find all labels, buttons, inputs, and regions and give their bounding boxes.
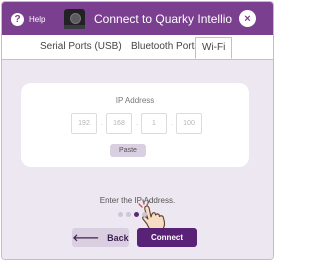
- ip-address-label: IP Address: [115, 96, 155, 105]
- back-button[interactable]: 🡐 Back: [72, 228, 129, 247]
- ip-octet-1-placeholder: 192: [78, 120, 90, 127]
- step-dot: [118, 212, 123, 217]
- ip-octet-1-input[interactable]: 192: [71, 113, 97, 134]
- ip-octet-3-input[interactable]: 1: [141, 113, 167, 134]
- tab-serial-ports[interactable]: Serial Ports (USB): [40, 41, 122, 52]
- ip-separator: .: [101, 120, 103, 127]
- ip-octet-3-placeholder: 1: [152, 120, 156, 127]
- back-button-label: Back: [107, 232, 129, 243]
- ip-separator: .: [136, 120, 138, 127]
- instruction-text: Enter the IP Address.: [99, 196, 176, 205]
- dialog-titlebar: ? Help Connect to Quarky Intellio ×: [2, 2, 273, 35]
- close-button[interactable]: ×: [239, 10, 256, 27]
- back-arrow-icon: 🡐: [72, 232, 100, 244]
- ip-octet-2-placeholder: 168: [113, 120, 125, 127]
- tab-wifi[interactable]: Wi-Fi: [195, 37, 233, 59]
- device-icon: [64, 9, 85, 29]
- step-dot-active: [134, 212, 139, 217]
- tab-bar: Serial Ports (USB) Bluetooth Ports Wi-Fi: [2, 35, 273, 60]
- ip-octet-2-input[interactable]: 168: [106, 113, 132, 134]
- help-icon: ?: [11, 12, 24, 26]
- ip-octet-4-input[interactable]: 100: [176, 113, 202, 134]
- dialog-title: Connect to Quarky Intellio: [94, 12, 233, 26]
- paste-button[interactable]: Paste: [110, 144, 146, 157]
- connect-dialog: ? Help Connect to Quarky Intellio × Seri…: [1, 1, 274, 260]
- ip-separator: .: [171, 120, 173, 127]
- ip-octet-4-placeholder: 100: [183, 120, 195, 127]
- content-area: IP Address 192 . 168 . 1 . 100 Paste Ent…: [2, 60, 273, 259]
- connect-button[interactable]: Connect: [137, 228, 197, 247]
- step-dot: [126, 212, 131, 217]
- ip-entry-card: IP Address 192 . 168 . 1 . 100 Paste: [21, 83, 249, 167]
- step-dot: [142, 212, 147, 217]
- help-button[interactable]: ? Help: [11, 11, 45, 27]
- step-indicator: [118, 212, 150, 217]
- help-label: Help: [29, 14, 46, 24]
- close-icon: ×: [244, 12, 251, 25]
- tab-bluetooth-ports[interactable]: Bluetooth Ports: [131, 41, 199, 52]
